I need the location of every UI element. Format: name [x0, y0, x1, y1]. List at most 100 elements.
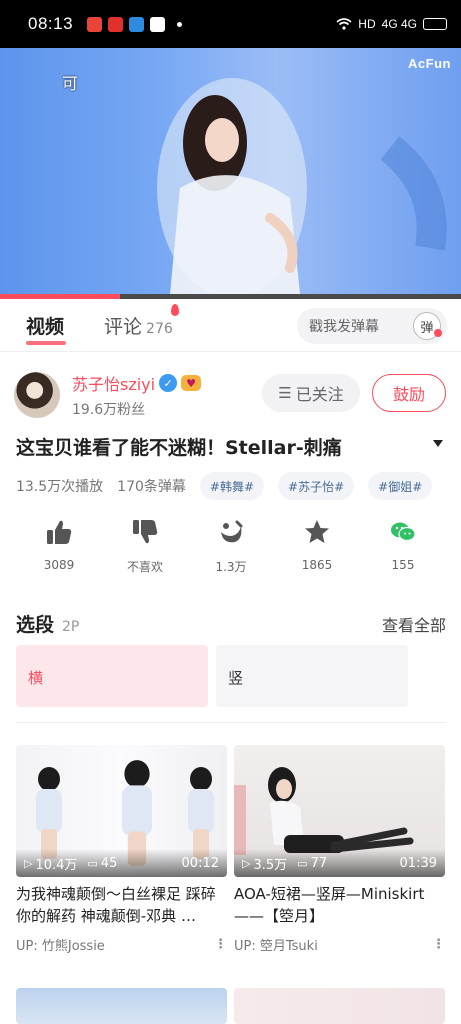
more-options-icon[interactable]: ⋮ — [214, 937, 227, 952]
app-notification-icon — [108, 16, 124, 32]
recommend-card[interactable] — [16, 988, 227, 1024]
follow-button[interactable]: ☰ 已关注 — [262, 374, 360, 412]
action-bar: 3089 不喜欢 1.3万 1865 155 — [16, 518, 446, 575]
battery-icon — [423, 18, 447, 30]
tab-video[interactable]: 视频 — [26, 312, 66, 345]
encourage-button[interactable]: 鼓励 — [372, 374, 446, 412]
share-count: 155 — [391, 558, 415, 572]
thumbs-down-icon — [133, 520, 158, 544]
tag-chip[interactable]: #韩舞# — [199, 472, 265, 500]
tag-chip[interactable]: #御姐# — [368, 472, 433, 500]
hot-flame-icon — [170, 304, 179, 316]
card-thumbnail — [234, 988, 445, 1024]
app-notification-icon — [129, 16, 145, 32]
notification-icons — [87, 16, 183, 32]
dancer-figure — [32, 767, 66, 859]
network-label: HD — [358, 17, 376, 31]
tag-chip[interactable]: #苏子怡# — [278, 472, 355, 500]
video-meta: 13.5万次播放 170条弹幕 #韩舞# #苏子怡# #御姐# — [16, 472, 446, 500]
status-time: 08:13 — [28, 14, 74, 33]
dancer-figure — [184, 767, 218, 859]
acfun-watermark: AcFun — [408, 56, 451, 71]
menu-lines-icon: ☰ — [278, 384, 292, 402]
dislike-button[interactable]: 不喜欢 — [102, 518, 188, 575]
card-duration: 00:12 — [181, 855, 219, 871]
dislike-label: 不喜欢 — [126, 560, 163, 574]
card-thumbnail: ▷ 3.5万 ▭ 77 01:39 — [234, 745, 445, 877]
card-comments: 45 — [100, 855, 118, 871]
episodes-header: 选段 2P 查看全部 — [16, 610, 446, 637]
episode-list: 横 竖 — [16, 645, 446, 707]
card-plays: 3.5万 — [253, 857, 288, 873]
share-wechat-button[interactable]: 155 — [360, 518, 446, 575]
like-count: 3089 — [43, 558, 75, 572]
card-thumbnail — [16, 988, 227, 1024]
uploader-row: 苏子怡sziyi ✓ ♥ 19.6万粉丝 ☰ 已关注 鼓励 — [14, 368, 454, 422]
status-bar: 08:13 HD 4G 4G — [0, 0, 461, 48]
view-all-button[interactable]: 查看全部 — [382, 612, 446, 636]
episode-item[interactable]: 横 — [16, 645, 208, 707]
uploader-name-row[interactable]: 苏子怡sziyi ✓ ♥ — [72, 371, 202, 395]
wechat-icon — [391, 522, 416, 542]
uploader-info: 苏子怡sziyi ✓ ♥ 19.6万粉丝 — [72, 371, 202, 419]
card-comments: 77 — [310, 855, 328, 871]
uploader-name: 苏子怡sziyi — [72, 375, 156, 394]
banana-count: 1.3万 — [215, 560, 247, 574]
danmaku-off-indicator-icon — [434, 329, 442, 337]
card-stats: ▷ 10.4万 ▭ 45 00:12 — [16, 849, 227, 877]
card-uploader: UP: 箜月Tsuki — [234, 939, 318, 954]
danmaku-toggle-label: 弹 — [420, 320, 434, 336]
card-uploader-row: UP: 竹熊Jossie ⋮ — [16, 935, 227, 954]
tab-comments[interactable]: 评论 276 — [104, 304, 179, 339]
more-notifications-icon — [177, 21, 183, 27]
fan-heart-badge-icon: ♥ — [181, 375, 202, 391]
follow-label: 已关注 — [295, 385, 344, 404]
app-notification-icon — [150, 16, 166, 32]
card-plays: 10.4万 — [35, 857, 78, 873]
comment-count: 276 — [146, 321, 173, 337]
verified-badge-icon: ✓ — [159, 374, 178, 392]
avatar[interactable] — [14, 372, 60, 418]
more-options-icon[interactable]: ⋮ — [432, 937, 445, 952]
play-count: 13.5万次播放 — [16, 479, 104, 495]
danmaku-placeholder: 戳我发弹幕 — [309, 319, 379, 335]
episodes-title: 选段 — [16, 614, 55, 636]
tab-bar: 视频 评论 276 戳我发弹幕 弹 — [0, 300, 461, 352]
star-icon — [305, 520, 329, 543]
signal-label: 4G 4G — [381, 17, 417, 31]
tab-video-label: 视频 — [26, 316, 65, 338]
danmaku-count: 170条弹幕 — [117, 479, 186, 495]
tab-comments-label: 评论 — [104, 316, 143, 338]
comment-count-icon: ▭ — [87, 856, 98, 870]
wifi-icon — [336, 18, 352, 30]
card-stats: ▷ 3.5万 ▭ 77 01:39 — [234, 849, 445, 877]
like-button[interactable]: 3089 — [16, 518, 102, 575]
status-indicators: HD 4G 4G — [336, 17, 447, 31]
episode-item[interactable]: 竖 — [216, 645, 408, 707]
card-thumbnail: ▷ 10.4万 ▭ 45 00:12 — [16, 745, 227, 877]
card-uploader: UP: 竹熊Jossie — [16, 939, 105, 954]
recommend-card[interactable]: ▷ 10.4万 ▭ 45 00:12 为我神魂颠倒～白丝裸足 踩碎你的解药 神魂颠倒… — [16, 745, 227, 954]
thumbs-up-icon — [47, 520, 72, 544]
recommend-card[interactable]: ▷ 3.5万 ▭ 77 01:39 AOA-短裙—竖屏—Miniskirt ——【箜… — [234, 745, 445, 954]
divider — [16, 722, 446, 723]
favorite-button[interactable]: 1865 — [274, 518, 360, 575]
tab-underline — [26, 341, 66, 345]
danmaku-comment: 可 — [62, 74, 79, 93]
video-title: 这宝贝谁看了能不迷糊！Stellar-刺痛 — [16, 437, 342, 459]
progress-played — [0, 294, 120, 299]
video-player[interactable]: AcFun 可 — [0, 48, 461, 294]
expand-description-icon[interactable] — [433, 440, 443, 447]
favorite-count: 1865 — [301, 558, 333, 572]
card-duration: 01:39 — [399, 855, 437, 871]
banana-button[interactable]: 1.3万 — [188, 518, 274, 575]
card-title: 为我神魂颠倒～白丝裸足 踩碎你的解药 神魂颠倒-邓典 … — [16, 885, 216, 925]
app-notification-icon — [87, 16, 103, 32]
comment-count-icon: ▭ — [297, 856, 308, 870]
card-uploader-row: UP: 箜月Tsuki ⋮ — [234, 935, 445, 954]
danmaku-toggle-button[interactable]: 弹 — [413, 312, 442, 340]
danmaku-input[interactable]: 戳我发弹幕 弹 — [297, 308, 447, 344]
recommend-card[interactable] — [234, 988, 445, 1024]
video-progress-bar[interactable] — [0, 294, 461, 299]
play-count-icon: ▷ — [24, 856, 33, 870]
